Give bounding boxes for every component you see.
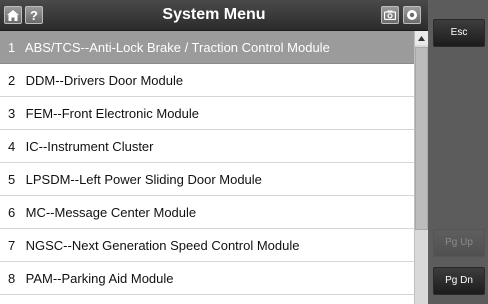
- scrollbar-thumb[interactable]: [415, 47, 428, 230]
- list-item[interactable]: 3 FEM--Front Electronic Module: [0, 97, 414, 130]
- item-number: 4: [8, 139, 16, 154]
- page-up-button[interactable]: Pg Up: [433, 229, 485, 257]
- item-number: 8: [8, 271, 16, 286]
- item-label: PAM--Parking Aid Module: [25, 271, 174, 286]
- list-item[interactable]: 5 LPSDM--Left Power Sliding Door Module: [0, 163, 414, 196]
- list-scrollbar[interactable]: [414, 31, 428, 304]
- page-down-button[interactable]: Pg Dn: [433, 267, 485, 295]
- record-button[interactable]: [403, 6, 421, 24]
- record-icon: [407, 10, 417, 20]
- scan-tool-screen: ? System Menu 1 ABS/TCS--Anti-Lock Brake…: [0, 0, 488, 304]
- esc-button[interactable]: Esc: [433, 19, 485, 47]
- item-number: 7: [8, 238, 16, 253]
- list-item[interactable]: 1 ABS/TCS--Anti-Lock Brake / Traction Co…: [0, 31, 414, 64]
- screenshot-button[interactable]: [381, 6, 399, 24]
- item-label: FEM--Front Electronic Module: [25, 106, 200, 121]
- item-number: 2: [8, 73, 16, 88]
- item-number: 3: [8, 106, 16, 121]
- item-label: LPSDM--Left Power Sliding Door Module: [25, 172, 262, 187]
- arrow-up-icon: [418, 35, 425, 41]
- list-item[interactable]: 4 IC--Instrument Cluster: [0, 130, 414, 163]
- item-label: MC--Message Center Module: [25, 205, 197, 220]
- camera-icon: [384, 10, 396, 20]
- item-number: 1: [8, 40, 16, 55]
- item-label: IC--Instrument Cluster: [25, 139, 154, 154]
- scroll-up-button[interactable]: [415, 31, 428, 45]
- item-label: NGSC--Next Generation Speed Control Modu…: [25, 238, 300, 253]
- item-number: 5: [8, 172, 16, 187]
- item-number: 6: [8, 205, 16, 220]
- item-label: DDM--Drivers Door Module: [25, 73, 184, 88]
- list-item[interactable]: 8 PAM--Parking Aid Module: [0, 262, 414, 295]
- list-item[interactable]: 2 DDM--Drivers Door Module: [0, 64, 414, 97]
- item-label: ABS/TCS--Anti-Lock Brake / Traction Cont…: [24, 40, 330, 55]
- list-item[interactable]: 7 NGSC--Next Generation Speed Control Mo…: [0, 229, 414, 262]
- page-title: System Menu: [162, 6, 266, 23]
- system-list: 1 ABS/TCS--Anti-Lock Brake / Traction Co…: [0, 31, 414, 304]
- list-item[interactable]: 6 MC--Message Center Module: [0, 196, 414, 229]
- title-bar: ? System Menu: [0, 0, 428, 31]
- side-panel: Esc Pg Up Pg Dn: [429, 0, 488, 304]
